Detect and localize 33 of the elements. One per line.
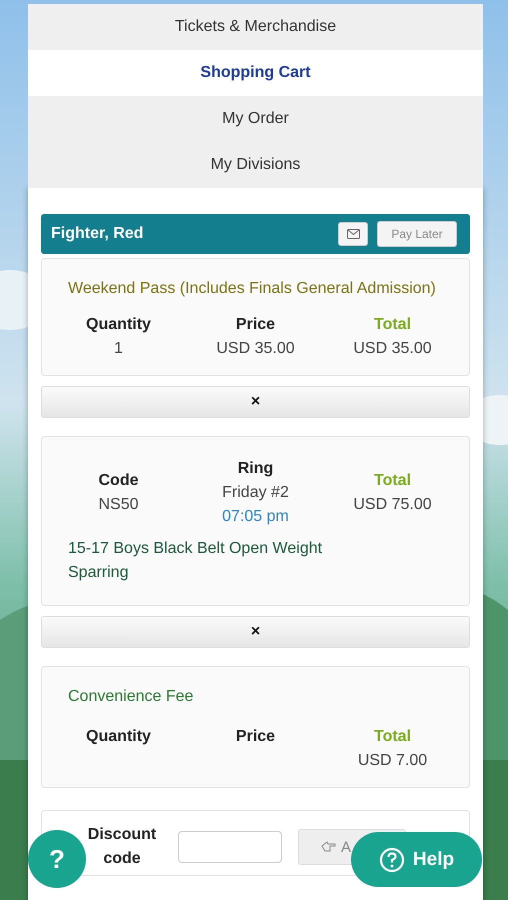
total-value: USD 75.00: [353, 495, 432, 515]
column-label: Quantity: [86, 727, 151, 747]
price-value: USD 35.00: [216, 339, 295, 359]
column-label: Price: [236, 727, 276, 747]
division-title: 15-17 Boys Black Belt Open Weight Sparring: [67, 539, 324, 583]
nav-tab[interactable]: Shopping Cart: [28, 50, 483, 96]
nav-tab[interactable]: My Order: [28, 96, 483, 142]
nav-tab[interactable]: My Divisions: [28, 142, 483, 188]
discount-label: Discount code: [86, 825, 158, 869]
question-icon: [378, 846, 405, 872]
column-label: Ring: [238, 459, 274, 479]
column-label: Price: [236, 315, 276, 335]
item-title: Weekend Pass (Includes Finals General Admission): [67, 279, 437, 299]
remove-button[interactable]: ×: [41, 616, 470, 648]
fighter-name: Fighter, Red: [51, 225, 144, 243]
discount-field[interactable]: [178, 831, 282, 863]
nav-tab[interactable]: Tickets & Merchandise: [28, 4, 483, 50]
column-label: Total: [374, 471, 412, 491]
hand-icon: [321, 841, 337, 853]
column-label: Total: [374, 727, 412, 747]
item-title: Convenience Fee: [67, 687, 194, 707]
envelope-icon: [346, 229, 360, 239]
remove-button[interactable]: ×: [41, 386, 470, 418]
code-value: NS50: [98, 495, 139, 515]
email-button[interactable]: [338, 222, 368, 246]
column-label: Quantity: [86, 315, 151, 335]
column-label: Total: [374, 315, 412, 335]
time-value: 07:05 pm: [222, 507, 289, 527]
total-value: USD 35.00: [353, 339, 432, 359]
column-label: Code: [98, 471, 138, 491]
ring-value: Friday #2: [222, 483, 289, 503]
total-value: USD 7.00: [358, 751, 428, 771]
quantity-value: 1: [114, 339, 123, 359]
